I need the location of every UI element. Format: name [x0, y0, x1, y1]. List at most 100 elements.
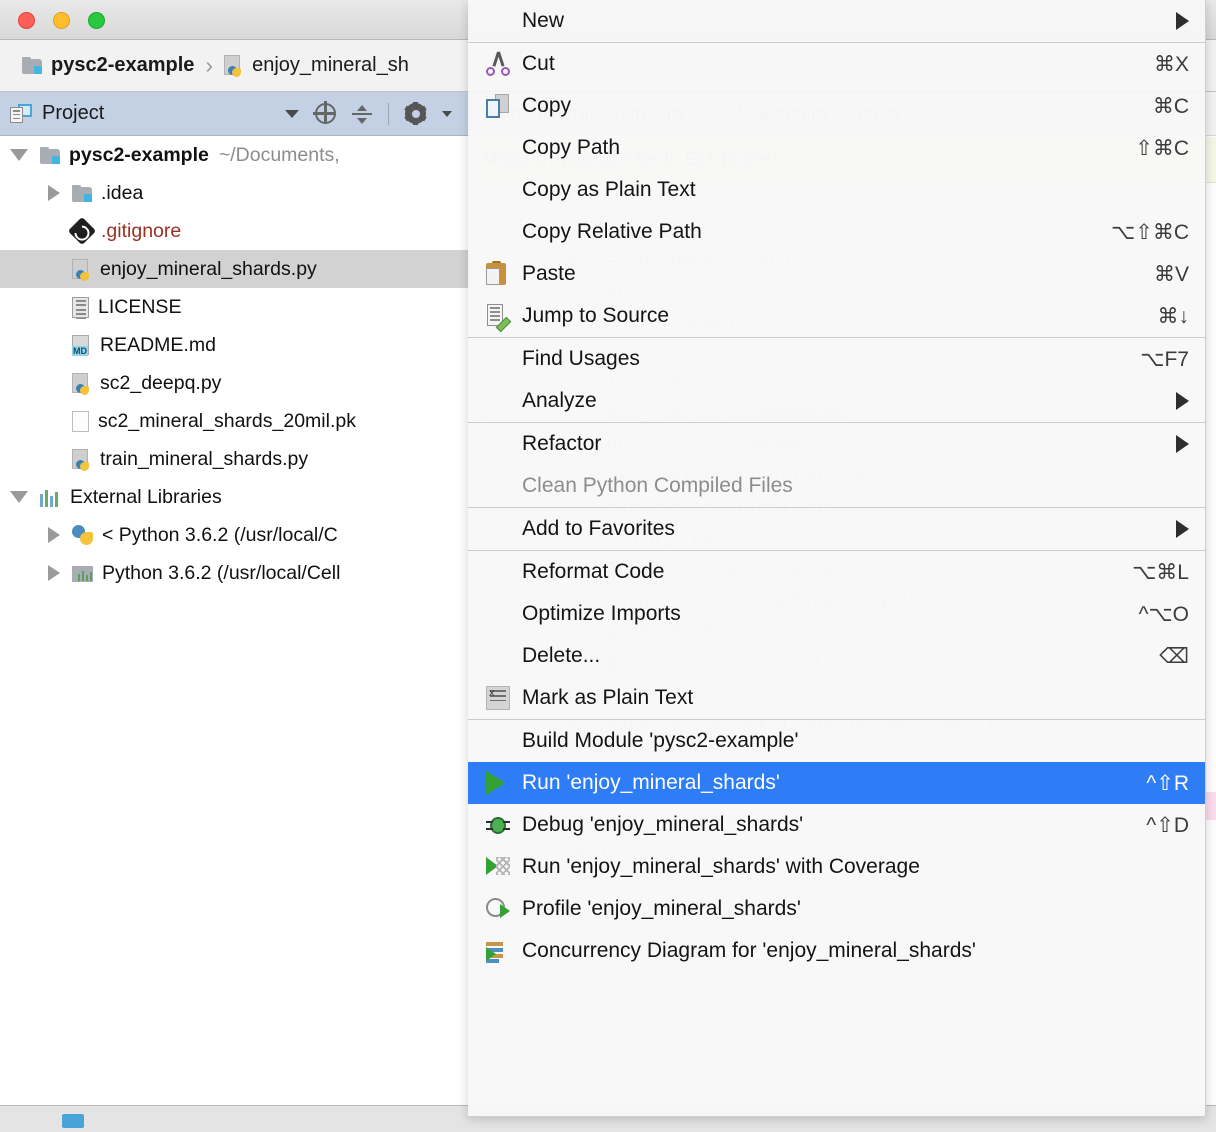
project-view-icon — [10, 104, 32, 123]
tree-row[interactable]: < Python 3.6.2 (/usr/local/C — [0, 516, 470, 554]
menu-item-shortcut: ⌘C — [1152, 94, 1189, 118]
tree-row[interactable]: .idea — [0, 174, 470, 212]
tree-row-label: train_mineral_shards.py — [100, 447, 309, 470]
context-menu[interactable]: New Cut ⌘X Copy ⌘C Copy Path ⇧⌘C Copy as Plain … — [468, 0, 1206, 1117]
breadcrumb-file-label: enjoy_mineral_sh — [252, 54, 409, 76]
gear-icon[interactable] — [404, 102, 427, 125]
tree-row-label: .gitignore — [101, 219, 182, 242]
menu-item[interactable]: Copy Path ⇧⌘C — [468, 127, 1205, 169]
plain-file-icon — [72, 410, 89, 432]
locate-icon[interactable] — [313, 101, 336, 124]
chevron-right-icon — [1176, 392, 1189, 410]
menu-item-label: Copy Path — [522, 136, 621, 159]
tree-row[interactable]: pysc2-example ~/Documents, — [0, 136, 470, 174]
menu-item-shortcut: ⌥⌘L — [1132, 560, 1189, 584]
menu-item[interactable]: Refactor — [468, 423, 1205, 465]
folder-icon — [72, 184, 92, 202]
tree-row-label: External Libraries — [70, 485, 222, 508]
zoom-button[interactable] — [88, 12, 105, 29]
menu-item-label: Copy — [522, 94, 572, 117]
chevron-right-icon[interactable] — [48, 185, 60, 201]
menu-item-label: Refactor — [522, 432, 602, 455]
menu-item[interactable]: x Mark as Plain Text — [468, 677, 1205, 719]
menu-item[interactable]: Copy Relative Path ⌥⇧⌘C — [468, 211, 1205, 253]
menu-item-shortcut: ⌥F7 — [1140, 347, 1189, 371]
scissors-icon — [486, 51, 510, 76]
menu-item[interactable]: Profile 'enjoy_mineral_shards' — [468, 888, 1205, 930]
window-controls[interactable] — [18, 12, 105, 29]
markdown-file-icon: MD — [72, 334, 91, 356]
folder-icon — [40, 146, 60, 164]
tree-row[interactable]: External Libraries — [0, 478, 470, 516]
menu-item-label: Build Module 'pysc2-example' — [522, 729, 799, 752]
tree-row-label: sc2_mineral_shards_20mil.pk — [98, 409, 356, 432]
menu-item[interactable]: Jump to Source ⌘↓ — [468, 295, 1205, 337]
chevron-right-icon[interactable] — [48, 527, 60, 543]
chevron-right-icon[interactable] — [48, 565, 60, 581]
close-button[interactable] — [18, 12, 35, 29]
menu-item-label: Reformat Code — [522, 560, 665, 583]
menu-item[interactable]: Analyze — [468, 380, 1205, 422]
menu-item-shortcut: ^⇧R — [1146, 771, 1189, 795]
collapse-all-icon[interactable] — [352, 104, 372, 124]
menu-item-shortcut: ⇧⌘C — [1135, 136, 1189, 160]
tree-row-label: .idea — [101, 181, 144, 204]
minimize-button[interactable] — [53, 12, 70, 29]
chevron-down-icon[interactable] — [10, 491, 28, 503]
python-file-icon — [72, 372, 91, 395]
breadcrumb-project[interactable]: pysc2-example — [22, 54, 194, 77]
menu-item[interactable]: Optimize Imports ^⌥O — [468, 593, 1205, 635]
tree-row[interactable]: LICENSE — [0, 288, 470, 326]
menu-item[interactable]: Reformat Code ⌥⌘L — [468, 551, 1205, 593]
breadcrumb-project-label: pysc2-example — [51, 54, 195, 76]
menu-item-label: Copy as Plain Text — [522, 178, 696, 201]
chevron-down-icon[interactable] — [10, 149, 28, 161]
tree-row[interactable]: Python 3.6.2 (/usr/local/Cell — [0, 554, 470, 592]
concurrency-diagram-icon — [486, 939, 510, 963]
menu-item[interactable]: Find Usages ⌥F7 — [468, 338, 1205, 380]
menu-item[interactable]: Run 'enjoy_mineral_shards' ^⇧R — [468, 762, 1205, 804]
menu-item-label: Analyze — [522, 389, 597, 412]
menu-item[interactable]: Cut ⌘X — [468, 43, 1205, 85]
breadcrumb-file[interactable]: enjoy_mineral_sh — [224, 54, 409, 77]
menu-item[interactable]: Run 'enjoy_mineral_shards' with Coverage — [468, 846, 1205, 888]
tree-row[interactable]: enjoy_mineral_shards.py — [0, 250, 470, 288]
tree-row[interactable]: .gitignore — [0, 212, 470, 250]
chevron-down-icon[interactable] — [285, 109, 299, 118]
menu-item-shortcut: ⌘X — [1153, 52, 1189, 76]
menu-item[interactable]: Add to Favorites — [468, 508, 1205, 550]
tree-row-label: pysc2-example — [69, 143, 209, 166]
menu-item-shortcut: ⌘↓ — [1157, 304, 1190, 328]
status-indicator[interactable] — [62, 1114, 84, 1128]
plain-text-icon: x — [486, 686, 510, 710]
tree-row[interactable]: sc2_deepq.py — [0, 364, 470, 402]
menu-item-label: Mark as Plain Text — [522, 686, 694, 709]
menu-item-shortcut: ⌫ — [1159, 644, 1189, 668]
menu-item-label: Add to Favorites — [522, 517, 675, 540]
menu-item: Clean Python Compiled Files — [468, 465, 1205, 507]
menu-item-label: Cut — [522, 52, 555, 75]
menu-item-shortcut: ^⌥O — [1138, 602, 1189, 626]
tree-row[interactable]: MD README.md — [0, 326, 470, 364]
tree-row[interactable]: train_mineral_shards.py — [0, 440, 470, 478]
tree-row[interactable]: sc2_mineral_shards_20mil.pk — [0, 402, 470, 440]
menu-item-label: Jump to Source — [522, 304, 670, 327]
menu-item[interactable]: Delete... ⌫ — [468, 635, 1205, 677]
menu-item[interactable]: Copy ⌘C — [468, 85, 1205, 127]
project-toolbar[interactable]: Project — [0, 92, 470, 136]
menu-item[interactable]: Build Module 'pysc2-example' — [468, 720, 1205, 762]
project-tree[interactable]: pysc2-example ~/Documents, .idea .gitignore… — [0, 136, 470, 1105]
copy-icon — [486, 94, 510, 118]
menu-item[interactable]: Concurrency Diagram for 'enjoy_mineral_s… — [468, 930, 1205, 972]
menu-item-label: Concurrency Diagram for 'enjoy_mineral_s… — [522, 939, 976, 962]
menu-item[interactable]: New — [468, 0, 1205, 42]
menu-item[interactable]: Copy as Plain Text — [468, 169, 1205, 211]
menu-item[interactable]: Paste ⌘V — [468, 253, 1205, 295]
gear-chevron-icon[interactable] — [442, 110, 452, 117]
menu-item[interactable]: Debug 'enjoy_mineral_shards' ^⇧D — [468, 804, 1205, 846]
